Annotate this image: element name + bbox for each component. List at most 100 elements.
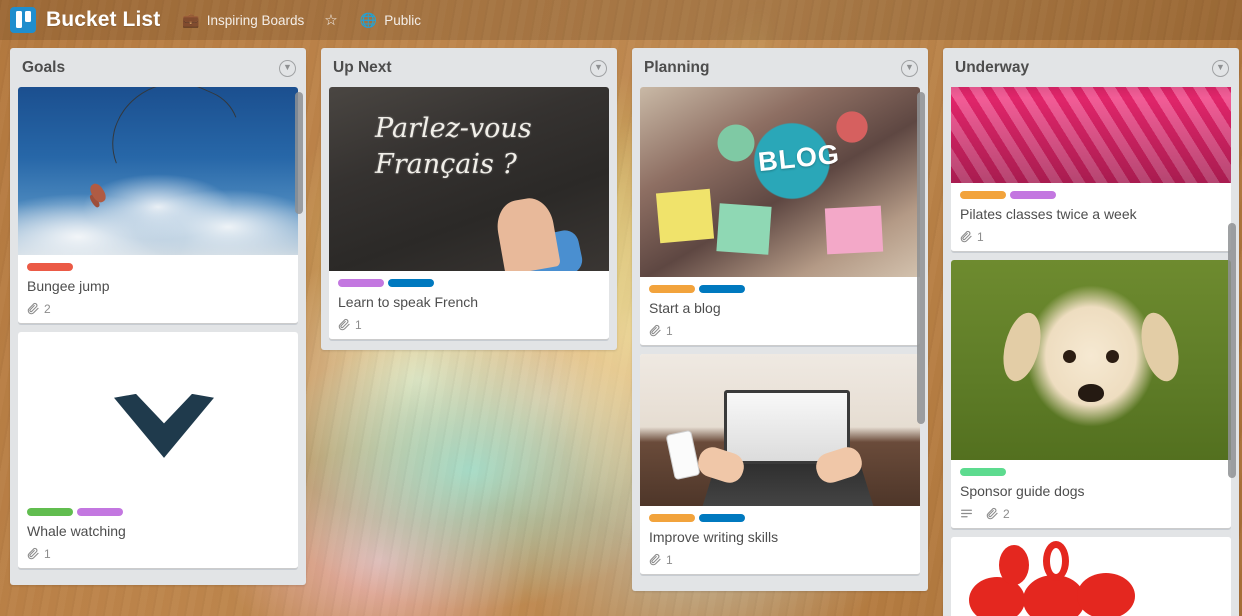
list-title[interactable]: Goals bbox=[22, 59, 65, 77]
list-underway: Underway ▼ Pilates classes twice a week bbox=[943, 48, 1239, 616]
card-container: BLOG Start a blog 1 Improve writing skil… bbox=[632, 87, 928, 591]
label-purple[interactable] bbox=[77, 507, 123, 516]
label-blue[interactable] bbox=[388, 279, 434, 287]
list-scrollbar[interactable] bbox=[1228, 223, 1236, 478]
card-start-a-blog[interactable]: BLOG Start a blog 1 bbox=[640, 87, 920, 346]
card-container: Pilates classes twice a week 1 Sponsor g… bbox=[943, 87, 1239, 616]
label-blue[interactable] bbox=[699, 513, 745, 522]
list-title[interactable]: Planning bbox=[644, 59, 709, 77]
card-badges: 1 bbox=[27, 547, 289, 561]
chevron-down-circle-icon[interactable]: ▼ bbox=[901, 59, 918, 77]
attachment-badge: 2 bbox=[27, 302, 51, 316]
label-green[interactable] bbox=[960, 467, 1006, 476]
list-header: Goals ▼ bbox=[10, 48, 306, 87]
red-logo-photo bbox=[951, 536, 1231, 616]
card-sponsor-guide-dogs[interactable]: Sponsor guide dogs 2 bbox=[951, 259, 1231, 529]
card-title: Sponsor guide dogs bbox=[960, 482, 1085, 499]
card-labels bbox=[649, 513, 911, 522]
golden-retriever-puppy-photo bbox=[951, 259, 1231, 460]
label-red[interactable] bbox=[27, 263, 73, 271]
page-title: Bucket List bbox=[46, 8, 161, 31]
card-badges: 1 bbox=[338, 318, 600, 332]
laptop-typing-photo bbox=[640, 353, 920, 506]
description-badge bbox=[960, 507, 973, 520]
card-bungee-jump[interactable]: Bungee jump 2 bbox=[18, 87, 298, 324]
label-orange[interactable] bbox=[649, 513, 695, 522]
label-purple[interactable] bbox=[1010, 191, 1056, 199]
card-labels bbox=[960, 191, 1222, 199]
chevron-down-circle-icon[interactable]: ▼ bbox=[279, 59, 296, 77]
card-learn-french[interactable]: Parlez-vous Français ? Learn to speak Fr… bbox=[329, 87, 609, 340]
card-title: Pilates classes twice a week bbox=[960, 206, 1137, 222]
attachment-badge: 1 bbox=[649, 553, 673, 567]
paperclip-icon bbox=[986, 508, 998, 520]
paperclip-icon bbox=[27, 303, 39, 315]
whale-tail-photo bbox=[18, 332, 298, 500]
attachment-badge: 1 bbox=[338, 318, 362, 332]
card-labels bbox=[338, 279, 600, 287]
card-container: Parlez-vous Français ? Learn to speak Fr… bbox=[321, 87, 617, 350]
paperclip-icon bbox=[338, 319, 350, 331]
visibility-button[interactable]: 🌐 Public bbox=[360, 13, 421, 28]
card-badges: 2 bbox=[960, 507, 1222, 521]
card-badges: 1 bbox=[649, 553, 911, 567]
trello-logo-icon[interactable] bbox=[10, 7, 36, 33]
attachment-count: 2 bbox=[44, 301, 51, 316]
attachment-count: 1 bbox=[355, 317, 362, 332]
bungee-jump-photo bbox=[18, 87, 298, 255]
cover-text: BLOG bbox=[756, 138, 842, 178]
card-container: Bungee jump 2 Whale watching 1 bbox=[10, 87, 306, 585]
attachment-badge: 2 bbox=[986, 507, 1010, 521]
attachment-count: 1 bbox=[666, 323, 673, 338]
card-title: Learn to speak French bbox=[338, 294, 479, 310]
visibility-label: Public bbox=[384, 12, 421, 28]
label-purple[interactable] bbox=[338, 279, 384, 287]
list-scrollbar[interactable] bbox=[295, 92, 303, 214]
card-labels bbox=[27, 263, 289, 271]
card-title: Start a blog bbox=[649, 300, 721, 316]
card-red-logo[interactable] bbox=[951, 536, 1231, 616]
card-labels bbox=[960, 467, 1222, 476]
attachment-count: 1 bbox=[666, 552, 673, 567]
blog-desk-photo: BLOG bbox=[640, 87, 920, 277]
list-title[interactable]: Underway bbox=[955, 59, 1029, 77]
list-header: Up Next ▼ bbox=[321, 48, 617, 87]
globe-icon: 🌐 bbox=[359, 12, 378, 28]
list-planning: Planning ▼ BLOG Start a blog 1 Improve w… bbox=[632, 48, 928, 591]
label-blue[interactable] bbox=[699, 285, 745, 293]
attachment-count: 1 bbox=[977, 229, 984, 244]
chevron-down-circle-icon[interactable]: ▼ bbox=[590, 59, 607, 77]
card-title: Bungee jump bbox=[27, 278, 110, 294]
board-canvas: Goals ▼ Bungee jump 2 Whale watching 1 U… bbox=[0, 40, 1242, 616]
card-title: Improve writing skills bbox=[649, 528, 779, 545]
description-icon bbox=[961, 509, 972, 518]
label-orange[interactable] bbox=[960, 191, 1006, 199]
paperclip-icon bbox=[649, 554, 661, 566]
star-icon[interactable]: ☆ bbox=[324, 11, 337, 29]
card-improve-writing-skills[interactable]: Improve writing skills 1 bbox=[640, 353, 920, 575]
organization-link[interactable]: 💼 Inspiring Boards bbox=[182, 13, 304, 28]
attachment-badge: 1 bbox=[27, 547, 51, 561]
cover-text: Parlez-vous Français ? bbox=[375, 113, 532, 181]
chevron-down-circle-icon[interactable]: ▼ bbox=[1212, 59, 1229, 77]
chalkboard-french-photo: Parlez-vous Français ? bbox=[329, 87, 609, 271]
card-badges: 1 bbox=[649, 324, 911, 338]
pink-yoga-mat-photo bbox=[951, 87, 1231, 183]
attachment-badge: 1 bbox=[649, 324, 673, 338]
label-orange[interactable] bbox=[649, 285, 695, 293]
list-scrollbar[interactable] bbox=[917, 92, 925, 424]
attachment-badge: 1 bbox=[960, 230, 984, 244]
card-title: Whale watching bbox=[27, 522, 126, 539]
label-green[interactable] bbox=[27, 507, 73, 516]
card-pilates-classes[interactable]: Pilates classes twice a week 1 bbox=[951, 87, 1231, 252]
list-header: Underway ▼ bbox=[943, 48, 1239, 87]
card-badges: 1 bbox=[960, 230, 1222, 244]
board-header: Bucket List 💼 Inspiring Boards ☆ 🌐 Publi… bbox=[0, 0, 1242, 40]
card-labels bbox=[27, 507, 289, 516]
card-badges: 2 bbox=[27, 302, 289, 316]
card-whale-watching[interactable]: Whale watching 1 bbox=[18, 331, 298, 569]
card-labels bbox=[649, 285, 911, 293]
paperclip-icon bbox=[960, 231, 972, 243]
list-title[interactable]: Up Next bbox=[333, 59, 392, 77]
briefcase-icon: 💼 bbox=[182, 12, 200, 28]
